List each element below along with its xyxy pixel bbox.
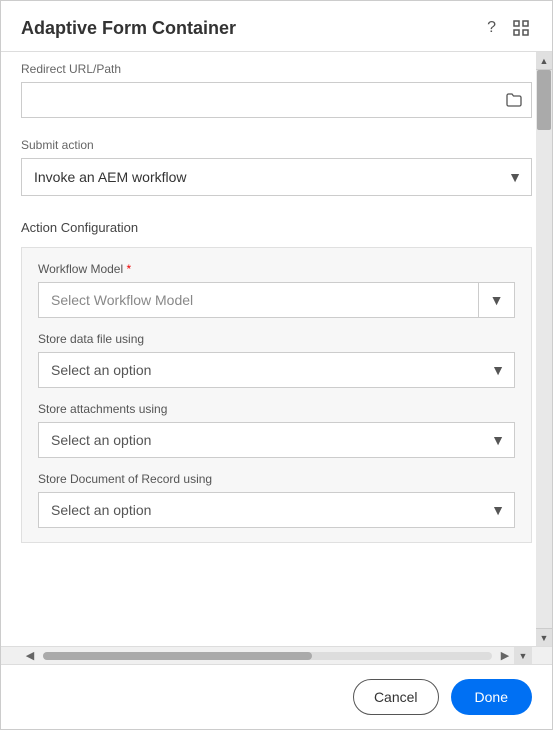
help-icon: ?: [487, 19, 496, 37]
submit-action-label: Submit action: [21, 138, 532, 152]
store-document-label: Store Document of Record using: [38, 472, 515, 486]
store-attachments-field: Store attachments using Select an option…: [38, 402, 515, 458]
workflow-model-chevron-button[interactable]: ▼: [479, 282, 515, 318]
redirect-url-section: Redirect URL/Path: [1, 52, 552, 128]
redirect-url-input-wrapper: [21, 82, 532, 118]
store-attachments-select-wrapper: Select an option ▼: [38, 422, 515, 458]
workflow-model-label: Workflow Model *: [38, 262, 515, 276]
workflow-model-select[interactable]: Select Workflow Model: [38, 282, 479, 318]
redirect-url-label: Redirect URL/Path: [21, 62, 532, 76]
modal-body: Redirect URL/Path Submit action: [1, 52, 552, 646]
modal-header: Adaptive Form Container ?: [1, 1, 552, 52]
folder-icon: [506, 93, 522, 107]
vertical-scrollbar: ▲ ▼: [536, 52, 552, 646]
submit-action-select[interactable]: Invoke an AEM workflow Submit to REST en…: [21, 158, 532, 196]
submit-action-section: Submit action Invoke an AEM workflow Sub…: [1, 128, 552, 206]
store-document-field: Store Document of Record using Select an…: [38, 472, 515, 528]
scroll-down-button[interactable]: ▼: [536, 628, 552, 646]
store-document-select-wrapper: Select an option ▼: [38, 492, 515, 528]
scroll-track: [536, 70, 552, 628]
store-attachments-label: Store attachments using: [38, 402, 515, 416]
scroll-down-corner-button[interactable]: ▼: [514, 647, 532, 665]
store-data-file-field: Store data file using Select an option ▼: [38, 332, 515, 388]
workflow-model-field: Workflow Model * Select Workflow Model ▼: [38, 262, 515, 318]
modal-footer: Cancel Done: [1, 664, 552, 729]
action-config-inner: Workflow Model * Select Workflow Model ▼: [21, 247, 532, 543]
fullscreen-icon: [512, 19, 530, 37]
h-scroll-track: [43, 652, 492, 660]
scroll-thumb: [537, 70, 551, 130]
header-icons: ?: [485, 17, 532, 39]
scroll-up-button[interactable]: ▲: [536, 52, 552, 70]
store-data-file-label: Store data file using: [38, 332, 515, 346]
store-attachments-select[interactable]: Select an option: [38, 422, 515, 458]
store-data-file-select[interactable]: Select an option: [38, 352, 515, 388]
scroll-left-button[interactable]: ◀: [21, 647, 39, 665]
scroll-right-button[interactable]: ▶: [496, 647, 514, 665]
help-button[interactable]: ?: [485, 17, 498, 39]
store-document-select[interactable]: Select an option: [38, 492, 515, 528]
horizontal-scrollbar: ◀ ▶ ▼: [1, 646, 552, 664]
cancel-button[interactable]: Cancel: [353, 679, 439, 715]
required-star: *: [123, 262, 131, 276]
modal-container: Adaptive Form Container ? Redirect URL/P…: [0, 0, 553, 730]
action-config-label: Action Configuration: [21, 220, 532, 235]
action-config-section: Action Configuration Workflow Model * Se…: [1, 206, 552, 553]
submit-action-select-wrapper: Invoke an AEM workflow Submit to REST en…: [21, 158, 532, 196]
fullscreen-button[interactable]: [510, 17, 532, 39]
workflow-model-select-wrapper: Select Workflow Model ▼: [38, 282, 515, 318]
h-scroll-thumb: [43, 652, 312, 660]
folder-browse-button[interactable]: [496, 82, 532, 118]
store-data-file-select-wrapper: Select an option ▼: [38, 352, 515, 388]
done-button[interactable]: Done: [451, 679, 532, 715]
scroll-area: Redirect URL/Path Submit action: [1, 52, 552, 563]
redirect-url-input[interactable]: [21, 82, 496, 118]
modal-title: Adaptive Form Container: [21, 18, 236, 39]
